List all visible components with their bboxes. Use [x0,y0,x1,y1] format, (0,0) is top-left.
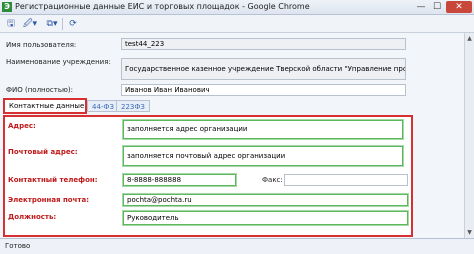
status-bar: Готово [0,238,474,254]
attach-icon[interactable]: 🖉▾ [22,18,38,30]
tab-223fz[interactable]: 223ФЗ [116,100,150,112]
position-label: Должность: [8,213,57,221]
address-label: Адрес: [8,122,36,130]
username-label: Имя пользователя: [6,41,77,49]
fax-field[interactable] [284,174,408,186]
position-field[interactable]: Руководитель [122,210,409,226]
email-label: Электронная почта: [8,196,89,204]
address-field[interactable]: заполняется адрес организации [122,119,404,140]
phone-label: Контактный телефон: [8,176,98,184]
fio-label: ФИО (полностью): [6,86,73,94]
phone-field[interactable]: 8-8888-888888 [122,173,237,187]
postal-address-label: Почтовый адрес: [8,148,78,156]
copy-icon[interactable]: ⧉▾ [44,18,60,30]
window-title: Регистрационные данные ЕИС и торговых пл… [15,2,310,11]
postal-address-field[interactable]: заполняется почтовый адрес организации [122,145,404,167]
minimize-button[interactable]: — [414,1,428,13]
save-icon[interactable]: 🖫 [5,18,17,30]
tab-44fz[interactable]: 44-ФЗ [87,100,119,112]
refresh-icon[interactable]: ⟳ [66,18,80,30]
vertical-scrollbar[interactable]: ▲ ▼ [464,33,474,238]
scroll-up-icon[interactable]: ▲ [465,34,474,43]
status-text: Готово [5,242,31,250]
app-icon: Э [2,2,12,12]
close-button[interactable]: ✕ [446,1,472,13]
maximize-button[interactable]: ☐ [430,1,444,13]
fio-field[interactable]: Иванов Иван Иванович [121,84,406,96]
org-name-label: Наименование учреждения: [6,58,111,66]
toolbar: 🖫 🖉▾ ⧉▾ ⟳ [0,15,474,33]
scroll-down-icon[interactable]: ▼ [465,228,474,237]
org-name-field[interactable]: Государственное казенное учреждение Твер… [121,58,406,80]
toolbar-divider [62,18,63,30]
username-field[interactable]: test44_223 [121,38,406,50]
tab-contacts[interactable]: Контактные данные [5,100,85,112]
email-field[interactable]: pochta@pochta.ru [122,193,409,207]
fax-label: Факс: [262,176,283,184]
title-bar: Э Регистрационные данные ЕИС и торговых … [0,0,474,15]
